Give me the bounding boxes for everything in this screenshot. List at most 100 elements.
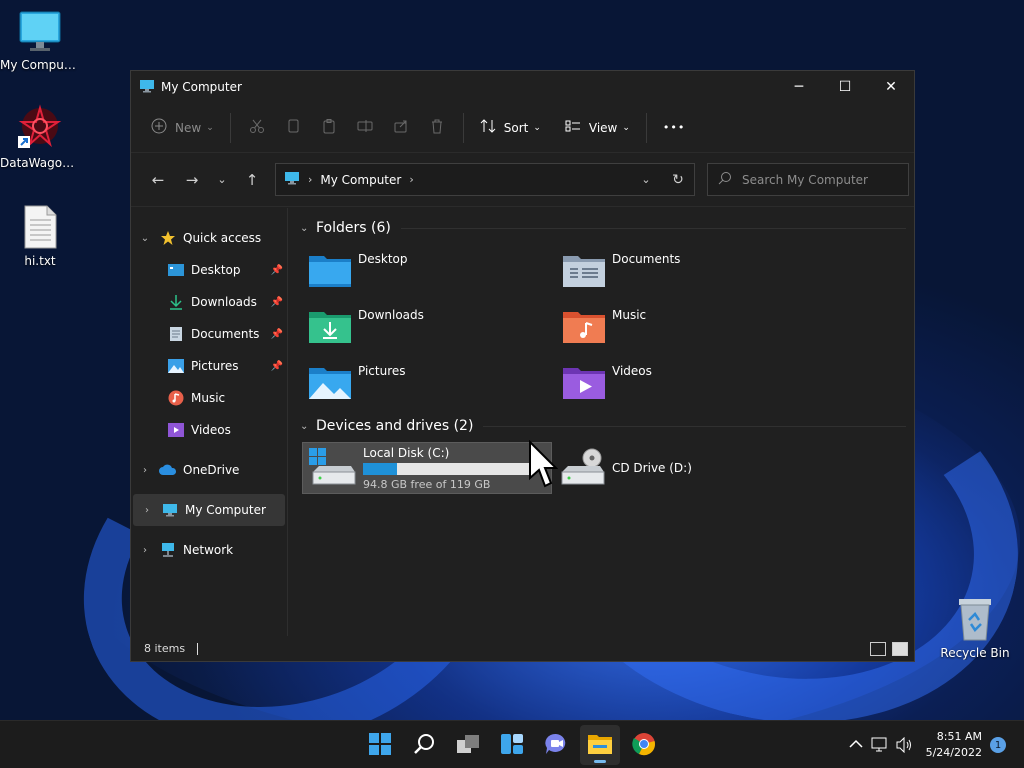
view-button[interactable]: View ⌄: [557, 112, 638, 144]
drive-cd-d[interactable]: CD Drive (D:): [552, 442, 802, 494]
sort-label: Sort: [503, 120, 529, 135]
forward-button[interactable]: →: [175, 165, 209, 195]
pin-icon[interactable]: 📌: [271, 361, 283, 372]
network-status-icon[interactable]: [868, 733, 892, 757]
folder-documents[interactable]: Documents: [562, 246, 816, 298]
cut-button[interactable]: [239, 112, 275, 144]
chrome-button[interactable]: [624, 725, 664, 765]
chevron-right-icon[interactable]: ›: [409, 173, 413, 186]
videos-icon: [167, 422, 185, 438]
sidebar-item-label: Pictures: [191, 359, 239, 373]
breadcrumb-my-computer[interactable]: My Computer: [320, 173, 401, 187]
clipboard-icon: [321, 118, 337, 137]
pin-icon[interactable]: 📌: [271, 297, 283, 308]
refresh-icon: ↻: [672, 171, 684, 188]
chevron-down-icon: ⌄: [300, 222, 309, 234]
copy-icon: [285, 118, 301, 137]
delete-button[interactable]: [419, 112, 455, 144]
rename-button[interactable]: [347, 112, 383, 144]
close-button[interactable]: ✕: [868, 71, 914, 103]
divider: [229, 112, 231, 143]
chevron-down-icon: ⌄: [533, 122, 541, 133]
address-bar[interactable]: › My Computer › ⌄ ↻: [275, 163, 695, 196]
clock[interactable]: 8:51 AM 5/24/2022: [926, 729, 982, 761]
desktop-icon-label: DataWagon...: [0, 156, 80, 170]
trash-icon: [429, 118, 445, 137]
minimize-button[interactable]: ─: [776, 71, 822, 103]
sidebar-item-my-computer[interactable]: › My Computer: [133, 494, 285, 526]
desktop-icon-my-computer[interactable]: My Computer: [0, 10, 80, 72]
chevron-right-icon[interactable]: ›: [131, 545, 159, 556]
address-dropdown-button[interactable]: ⌄: [630, 164, 662, 195]
share-button[interactable]: [383, 112, 419, 144]
desktop-icon-recycle-bin[interactable]: Recycle Bin: [935, 596, 1015, 660]
title-bar[interactable]: My Computer ─ ☐ ✕: [131, 71, 914, 103]
navigation-pane: ⌄ Quick access Desktop 📌 Downloads 📌 Doc…: [131, 208, 288, 636]
refresh-button[interactable]: ↻: [662, 164, 694, 195]
plus-circle-icon: [151, 118, 167, 137]
search-box[interactable]: [707, 163, 909, 196]
pin-icon[interactable]: 📌: [271, 329, 283, 340]
drive-local-disk-c[interactable]: Local Disk (C:) 94.8 GB free of 119 GB: [302, 442, 552, 494]
show-hidden-icons-button[interactable]: [844, 733, 868, 757]
details-view-icon[interactable]: [870, 641, 886, 656]
widgets-button[interactable]: [492, 725, 532, 765]
desktop-icon-label: Recycle Bin: [940, 646, 1010, 660]
folders-grid: Desktop Documents Downloads Music Pictur…: [308, 246, 906, 410]
drives-group-header[interactable]: ⌄ Devices and drives (2): [296, 412, 906, 440]
sidebar-item-onedrive[interactable]: › OneDrive: [131, 454, 287, 486]
back-button[interactable]: ←: [141, 165, 175, 195]
new-button[interactable]: New ⌄: [143, 112, 222, 144]
search-button[interactable]: [404, 725, 444, 765]
up-button[interactable]: ↑: [235, 165, 269, 195]
sidebar-item-desktop[interactable]: Desktop 📌: [131, 254, 287, 286]
sidebar-item-downloads[interactable]: Downloads 📌: [131, 286, 287, 318]
search-input[interactable]: [742, 172, 892, 187]
large-icons-view-icon[interactable]: [892, 641, 908, 656]
folders-group-header[interactable]: ⌄ Folders (6): [296, 214, 906, 242]
file-explorer-button[interactable]: [580, 725, 620, 765]
notification-badge[interactable]: 1: [990, 737, 1006, 753]
arrow-right-icon: →: [185, 170, 199, 189]
file-explorer-icon: [587, 733, 613, 758]
sidebar-item-music[interactable]: Music: [131, 382, 287, 414]
start-button[interactable]: [360, 725, 400, 765]
sidebar-item-pictures[interactable]: Pictures 📌: [131, 350, 287, 382]
sort-icon: [480, 118, 496, 137]
paste-button[interactable]: [311, 112, 347, 144]
folder-desktop[interactable]: Desktop: [308, 246, 562, 298]
sort-button[interactable]: Sort ⌄: [472, 112, 549, 144]
copy-button[interactable]: [275, 112, 311, 144]
divider: [400, 227, 906, 229]
chevron-down-icon[interactable]: ⌄: [131, 233, 159, 244]
chevron-right-icon[interactable]: ›: [131, 465, 159, 476]
volume-icon[interactable]: [892, 733, 916, 757]
chat-button[interactable]: [536, 725, 576, 765]
desktop-icon-hi-txt[interactable]: hi.txt: [0, 204, 80, 268]
drive-free-space: 94.8 GB free of 119 GB: [363, 477, 491, 491]
divider: [645, 112, 647, 143]
sidebar-item-documents[interactable]: Documents 📌: [131, 318, 287, 350]
folder-videos[interactable]: Videos: [562, 358, 816, 410]
more-options-button[interactable]: •••: [655, 112, 693, 144]
view-label: View: [588, 120, 618, 135]
folder-downloads[interactable]: Downloads: [308, 302, 562, 354]
sidebar-item-network[interactable]: › Network: [131, 534, 287, 566]
recent-locations-button[interactable]: ⌄: [209, 165, 235, 195]
maximize-button[interactable]: ☐: [822, 71, 868, 103]
explorer-body: ⌄ Quick access Desktop 📌 Downloads 📌 Doc…: [131, 208, 914, 636]
pin-icon[interactable]: 📌: [271, 265, 283, 276]
sidebar-item-label: Music: [191, 391, 226, 405]
folder-music[interactable]: Music: [562, 302, 816, 354]
windows-drive-icon: [309, 448, 357, 488]
pictures-icon: [167, 358, 185, 374]
sidebar-item-videos[interactable]: Videos: [131, 414, 287, 446]
sidebar-item-quick-access[interactable]: ⌄ Quick access: [131, 222, 287, 254]
task-view-button[interactable]: [448, 725, 488, 765]
clock-date: 5/24/2022: [925, 746, 982, 759]
chevron-right-icon[interactable]: ›: [133, 505, 161, 516]
folder-pictures[interactable]: Pictures: [308, 358, 562, 410]
drive-info: Local Disk (C:) 94.8 GB free of 119 GB: [363, 446, 533, 491]
desktop-icon-datawagon[interactable]: DataWagon...: [0, 104, 80, 170]
share-icon: [393, 118, 409, 137]
